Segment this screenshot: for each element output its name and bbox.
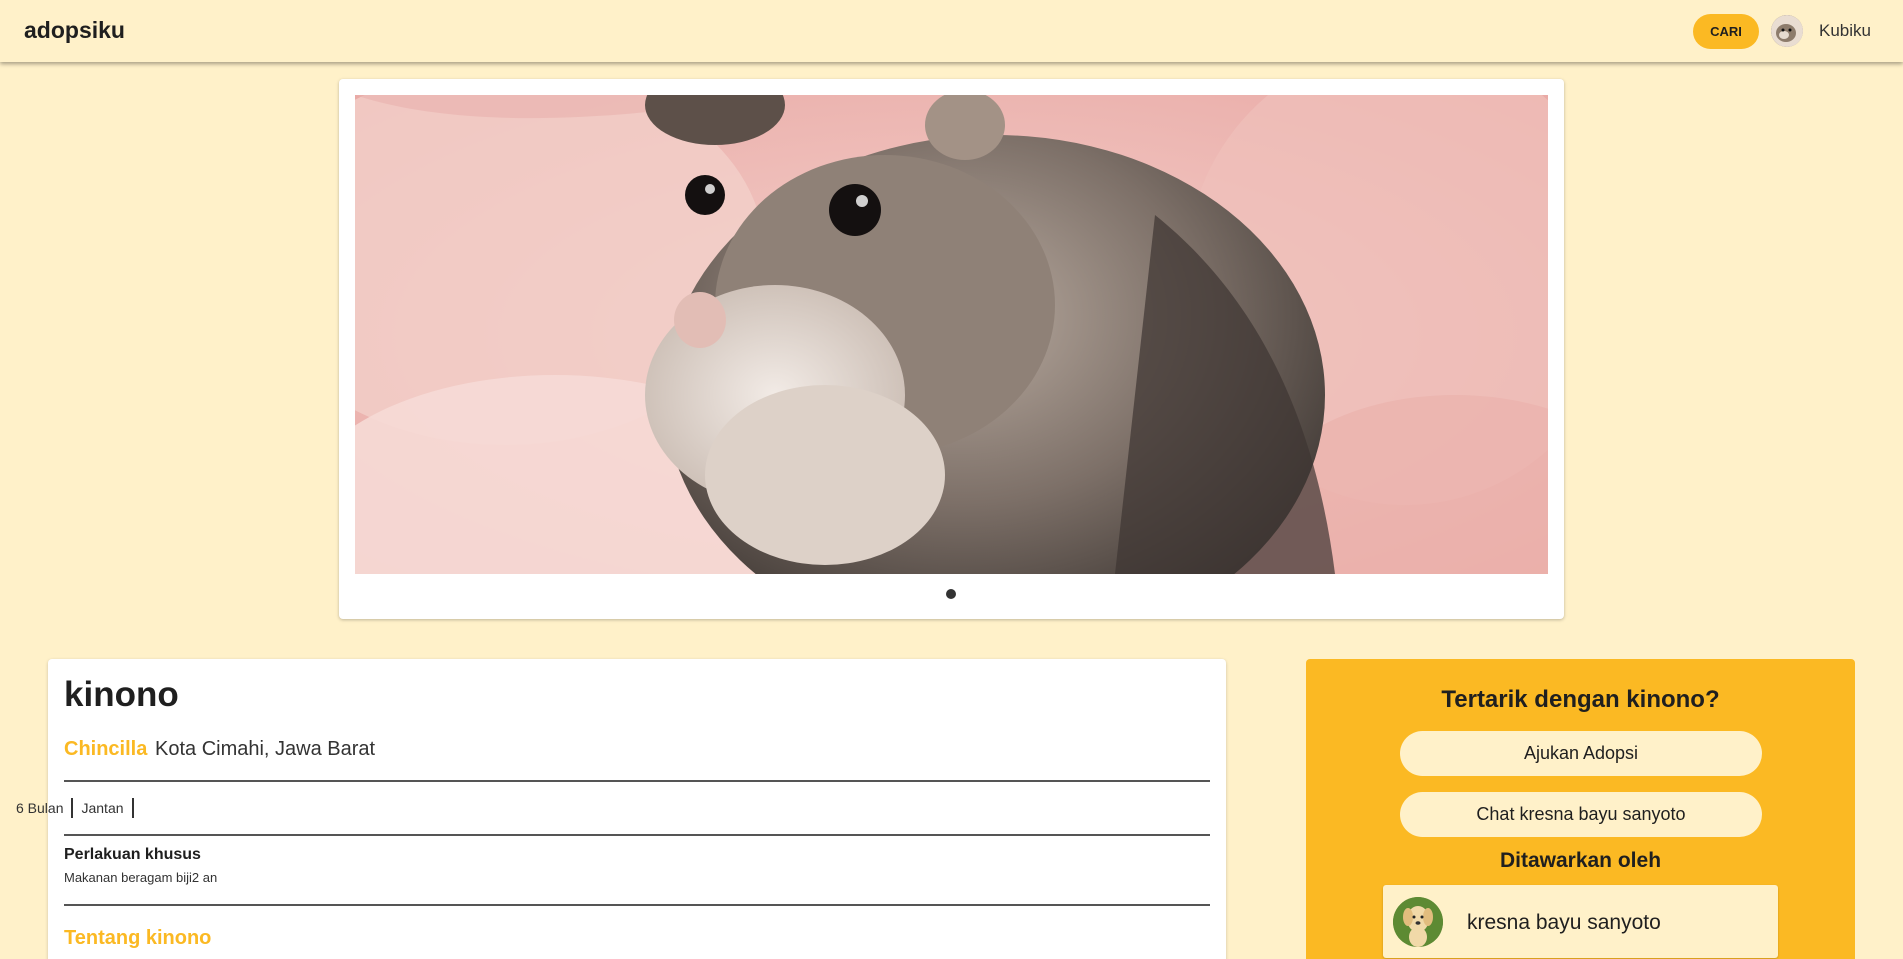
chat-owner-button[interactable]: Chat kresna bayu sanyoto	[1400, 792, 1762, 837]
divider	[64, 834, 1210, 836]
pet-breed: Chincilla	[64, 738, 148, 760]
top-navbar: adopsiku CARI Kubiku	[0, 0, 1903, 62]
interest-title: Tertarik dengan kinono?	[1441, 686, 1720, 713]
owner-avatar	[1393, 897, 1443, 947]
user-avatar[interactable]	[1771, 15, 1803, 47]
divider	[64, 904, 1210, 906]
search-button[interactable]: CARI	[1693, 14, 1759, 49]
brand-logo[interactable]: adopsiku	[24, 17, 125, 44]
user-name[interactable]: Kubiku	[1819, 21, 1871, 41]
special-treatment-text: Makanan beragam biji2 an	[64, 870, 218, 885]
pet-photo[interactable]	[355, 95, 1548, 574]
hamster-avatar-icon	[1771, 15, 1803, 47]
adoption-panel: Tertarik dengan kinono? Ajukan Adopsi Ch…	[1306, 659, 1855, 959]
hamster-photo-illustration	[355, 95, 1548, 574]
offered-by-title: Ditawarkan oleh	[1499, 849, 1662, 872]
owner-card[interactable]: kresna bayu sanyoto	[1383, 885, 1778, 958]
about-title: Tentang kinono	[64, 927, 212, 949]
adopt-button[interactable]: Ajukan Adopsi	[1400, 731, 1762, 776]
age-chip: 6 Bulan	[16, 798, 74, 818]
pet-info-card: kinono Chincilla Kota Cimahi, Jawa Barat…	[48, 659, 1226, 959]
pet-location: Kota Cimahi, Jawa Barat	[155, 738, 376, 760]
photo-carousel	[339, 79, 1564, 619]
pet-name: kinono	[64, 675, 179, 714]
carousel-indicator-dot[interactable]	[946, 589, 956, 599]
special-treatment-title: Perlakuan khusus	[64, 846, 201, 863]
dog-avatar-icon	[1393, 897, 1443, 947]
pet-attributes: 6 Bulan Jantan	[16, 798, 152, 818]
divider	[64, 780, 1210, 782]
gender-chip: Jantan	[73, 798, 134, 818]
owner-name: kresna bayu sanyoto	[1467, 911, 1661, 934]
